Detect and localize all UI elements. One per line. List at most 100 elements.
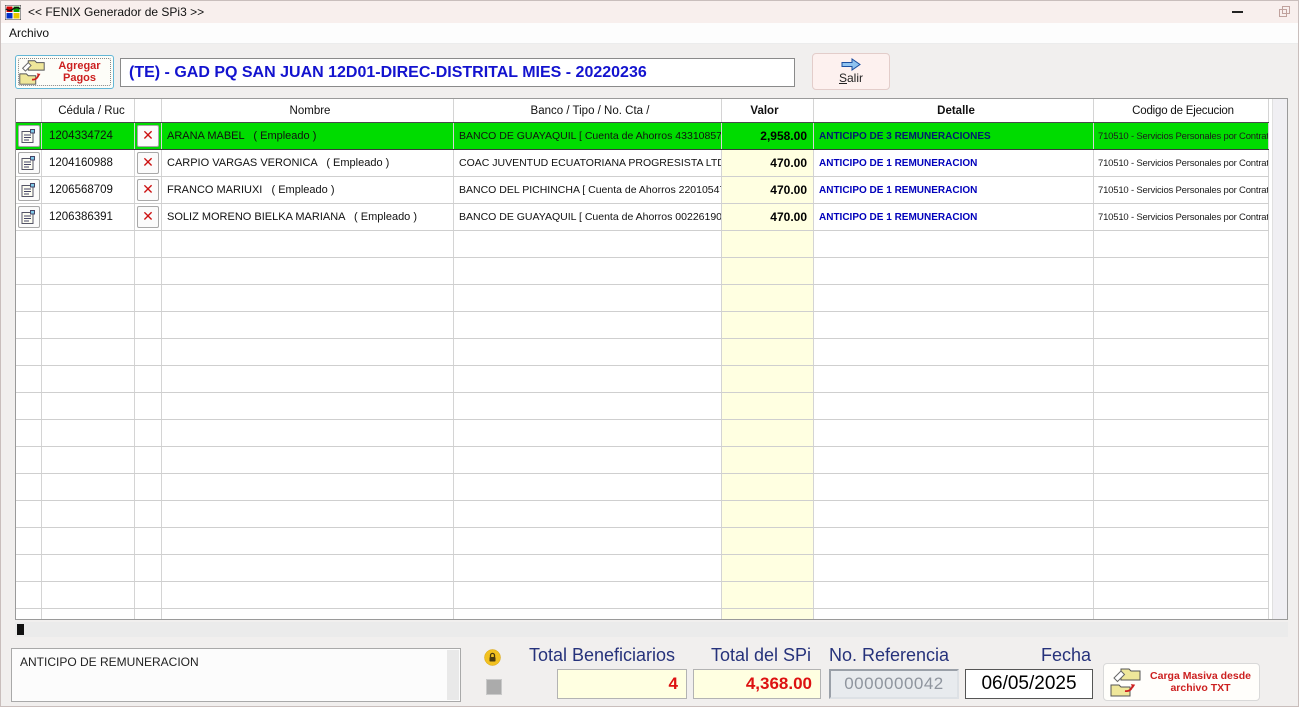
salir-button[interactable]: Salir — [812, 53, 890, 90]
restore-button[interactable] — [1279, 6, 1290, 17]
exit-arrow-icon — [840, 58, 862, 71]
edit-cell — [16, 258, 42, 284]
edit-cell — [16, 285, 42, 311]
total-beneficiarios-value: 4 — [557, 669, 687, 699]
valor-cell — [722, 312, 814, 338]
detalle-cell — [814, 285, 1094, 311]
valor-cell — [722, 393, 814, 419]
banco-cell — [454, 447, 722, 473]
detalle-cell — [814, 231, 1094, 257]
edit-row-button[interactable] — [18, 179, 40, 201]
empty-table-row — [16, 555, 1269, 582]
detalle-cell: ANTICIPO DE 1 REMUNERACION — [814, 150, 1094, 176]
detalle-cell: ANTICIPO DE 3 REMUNERACIONES — [814, 123, 1094, 149]
salir-label: Salir — [839, 71, 863, 85]
empty-table-row — [16, 312, 1269, 339]
add-payments-folders-icon — [17, 57, 47, 87]
detalle-textarea[interactable]: ANTICIPO DE REMUNERACION — [11, 648, 461, 702]
nombre-cell — [162, 555, 454, 581]
delete-cell — [135, 339, 162, 365]
codigo-cell — [1094, 258, 1269, 284]
carga-masiva-button[interactable]: Carga Masiva desde archivo TXT — [1103, 663, 1260, 701]
banco-cell: COAC JUVENTUD ECUATORIANA PROGRESISTA LT… — [454, 150, 722, 176]
delete-cell — [135, 582, 162, 608]
codigo-cell: 710510 - Servicios Personales por Contra… — [1094, 204, 1269, 230]
valor-cell — [722, 474, 814, 500]
delete-x-icon: ✕ — [142, 155, 154, 171]
valor-cell — [722, 609, 814, 620]
empty-table-row — [16, 447, 1269, 474]
empty-table-row — [16, 393, 1269, 420]
edit-row-button[interactable] — [18, 206, 40, 228]
menu-archivo[interactable]: Archivo — [1, 24, 57, 42]
lock-icon — [484, 649, 501, 666]
cedula-cell — [42, 609, 135, 620]
delete-cell — [135, 312, 162, 338]
edit-form-icon — [21, 129, 36, 144]
table-row[interactable]: 1204334724✕ARANA MABEL ( Empleado )BANCO… — [16, 123, 1269, 150]
hscroll-thumb[interactable] — [17, 624, 24, 635]
edit-form-icon — [21, 210, 36, 225]
delete-x-icon: ✕ — [142, 209, 154, 225]
spi-title-field[interactable]: (TE) - GAD PQ SAN JUAN 12D01-DIREC-DISTR… — [120, 58, 795, 87]
edit-row-button[interactable] — [18, 152, 40, 174]
referencia-label: No. Referencia — [829, 645, 964, 666]
grid-horizontal-scrollbar[interactable] — [15, 622, 1288, 637]
agregar-pagos-button[interactable]: Agregar Pagos — [15, 55, 114, 89]
delete-cell — [135, 501, 162, 527]
cedula-cell: 1204160988 — [42, 150, 135, 176]
edit-form-icon — [21, 156, 36, 171]
banco-cell: BANCO DEL PICHINCHA [ Cuenta de Ahorros … — [454, 177, 722, 203]
table-row[interactable]: 1206386391✕SOLIZ MORENO BIELKA MARIANA (… — [16, 204, 1269, 231]
textarea-scrollbar[interactable] — [447, 650, 459, 700]
banco-cell — [454, 258, 722, 284]
menubar: Archivo — [1, 23, 1298, 44]
banco-cell — [454, 312, 722, 338]
empty-table-row — [16, 258, 1269, 285]
edit-cell — [16, 474, 42, 500]
delete-row-button[interactable]: ✕ — [137, 152, 159, 174]
minimize-button[interactable] — [1232, 11, 1243, 13]
delete-row-button[interactable]: ✕ — [137, 179, 159, 201]
detalle-cell: ANTICIPO DE 1 REMUNERACION — [814, 204, 1094, 230]
delete-row-button[interactable]: ✕ — [137, 125, 159, 147]
empty-table-row — [16, 339, 1269, 366]
valor-cell — [722, 501, 814, 527]
valor-cell: 470.00 — [722, 177, 814, 203]
valor-cell — [722, 528, 814, 554]
table-row[interactable]: 1206568709✕FRANCO MARIUXI ( Empleado )BA… — [16, 177, 1269, 204]
codigo-cell: 710510 - Servicios Personales por Contra… — [1094, 150, 1269, 176]
valor-cell — [722, 555, 814, 581]
nombre-cell: ARANA MABEL ( Empleado ) — [162, 123, 454, 149]
nombre-cell — [162, 528, 454, 554]
carga-label-line1: Carga Masiva desde — [1150, 670, 1251, 682]
detalle-cell — [814, 258, 1094, 284]
banco-cell — [454, 420, 722, 446]
edit-cell — [16, 366, 42, 392]
delete-cell — [135, 258, 162, 284]
delete-cell: ✕ — [135, 177, 162, 203]
edit-row-button[interactable] — [18, 125, 40, 147]
column-header: Detalle — [814, 99, 1094, 122]
footer-panel: ANTICIPO DE REMUNERACION Total Beneficia… — [1, 641, 1298, 707]
codigo-cell — [1094, 420, 1269, 446]
column-header: Valor — [722, 99, 814, 122]
cedula-cell — [42, 474, 135, 500]
edit-cell — [16, 231, 42, 257]
titlebar: << FENIX Generador de SPi3 >> — [1, 1, 1298, 23]
fecha-field[interactable]: 06/05/2025 — [965, 669, 1093, 699]
grid-vertical-scrollbar[interactable] — [1272, 99, 1287, 619]
column-header: Banco / Tipo / No. Cta / — [454, 99, 722, 122]
codigo-cell: 710510 - Servicios Personales por Contra… — [1094, 123, 1269, 149]
empty-table-row — [16, 474, 1269, 501]
status-square[interactable] — [486, 679, 502, 695]
cedula-cell — [42, 231, 135, 257]
nombre-cell — [162, 420, 454, 446]
table-row[interactable]: 1204160988✕CARPIO VARGAS VERONICA ( Empl… — [16, 150, 1269, 177]
cedula-cell: 1206568709 — [42, 177, 135, 203]
referencia-field[interactable]: 0000000042 — [829, 669, 959, 699]
codigo-cell — [1094, 528, 1269, 554]
delete-row-button[interactable]: ✕ — [137, 206, 159, 228]
cedula-cell — [42, 528, 135, 554]
detalle-cell — [814, 501, 1094, 527]
